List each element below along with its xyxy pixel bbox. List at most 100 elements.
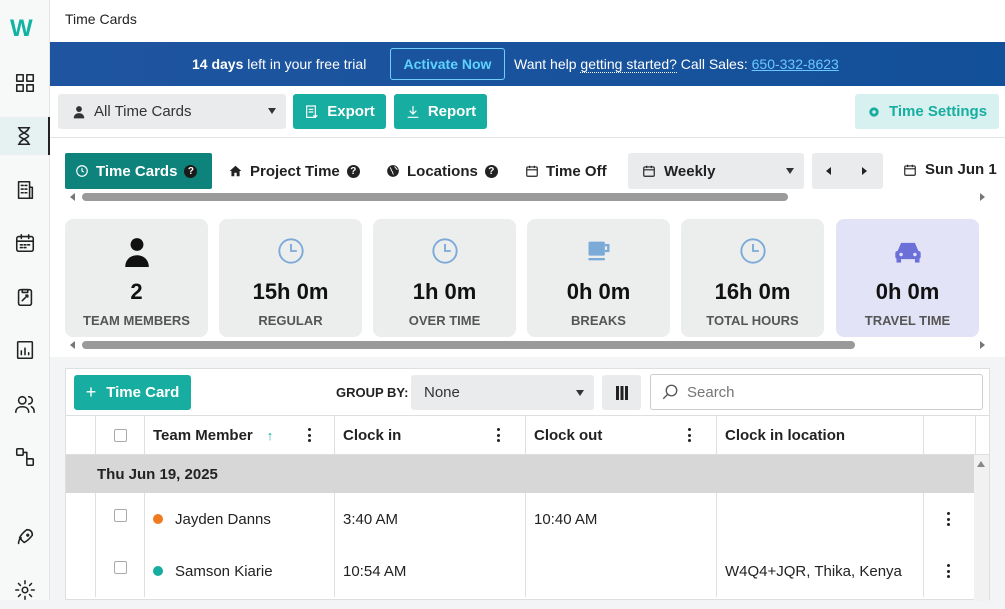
clock-icon [219,237,362,265]
chevron-down-icon [786,168,794,174]
scroll-right-icon[interactable] [980,193,985,201]
table-row[interactable]: Samson Kiarie 10:54 AM W4Q4+JQR, Thika, … [66,545,974,597]
date-range[interactable]: Sun Jun 1 [903,161,997,178]
trial-banner: 14 days left in your free trial Activate… [50,42,1005,86]
tab-locations[interactable]: Locations? [376,153,508,189]
team-member-cell: Jayden Danns [145,493,335,545]
time-card-grid: + Time Card GROUP BY: None Team Member ↑ [65,368,990,601]
search-input[interactable] [687,383,967,401]
help-text: Want help getting started? Call Sales: 6… [514,56,839,73]
report-button[interactable]: Report [394,94,487,129]
column-menu-icon[interactable] [308,428,312,442]
calendar-icon [526,165,538,177]
filter-value: All Time Cards [94,103,192,120]
activate-now-button[interactable]: Activate Now [390,48,505,80]
column-team-member[interactable]: Team Member ↑ [145,416,335,454]
dashboard-icon[interactable] [0,64,50,102]
grid-header: Team Member ↑ Clock in Clock out Clock i… [66,415,989,455]
column-clock-in[interactable]: Clock in [335,416,526,454]
columns-button[interactable] [602,375,641,410]
tab-project-time[interactable]: Project Time? [218,153,370,189]
clock-out-cell [526,545,717,597]
prev-period-icon[interactable] [826,167,831,175]
row-checkbox[interactable] [113,561,127,574]
scroll-up-icon[interactable] [977,461,985,467]
chevron-down-icon [576,390,584,396]
export-button[interactable]: Export [293,94,386,129]
download-icon [407,105,419,118]
scroll-right-icon[interactable] [980,341,985,349]
row-menu-icon[interactable] [947,564,951,578]
help-icon[interactable]: ? [484,164,498,178]
help-icon[interactable]: ? [346,164,360,178]
tabs-scrollbar[interactable] [82,193,788,201]
tab-time-off[interactable]: Time Off [515,153,617,189]
export-icon [306,104,318,118]
app-logo[interactable]: W [10,15,33,43]
clock-icon [373,237,516,265]
plus-icon: + [85,382,97,402]
column-menu-icon[interactable] [688,428,692,442]
chevron-down-icon [268,108,276,114]
stat-breaks: 0h 0m BREAKS [527,219,670,337]
group-by-select[interactable]: None [411,375,594,410]
search-field[interactable] [650,374,983,410]
member-color-dot [153,514,163,524]
column-clock-out[interactable]: Clock out [526,416,717,454]
time-cards-filter-select[interactable]: All Time Cards [58,94,286,129]
gear-icon[interactable] [0,571,50,609]
calendar-icon[interactable] [0,224,50,262]
workflow-icon[interactable] [0,438,50,476]
table-row[interactable]: Jayden Danns 3:40 AM 10:40 AM [66,493,974,545]
report-icon[interactable] [0,331,50,369]
select-all-checkbox[interactable] [113,428,127,442]
home-icon [229,165,242,177]
column-clock-in-location[interactable]: Clock in location [717,416,924,454]
scroll-left-icon[interactable] [70,193,75,201]
actions-header [924,416,976,454]
help-icon[interactable]: ? [184,164,198,178]
period-select[interactable]: Weekly [628,153,804,189]
stat-total-hours: 16h 0m TOTAL HOURS [681,219,824,337]
stats-scrollbar[interactable] [82,341,855,349]
phone-link[interactable]: 650-332-8623 [752,56,839,72]
row-checkbox[interactable] [113,509,127,522]
main-area: Time Cards 14 days left in your free tri… [50,0,1005,601]
row-menu-icon[interactable] [947,512,951,526]
view-tabs: Time Cards? Project Time? Locations? Tim… [50,138,1005,202]
time-settings-button[interactable]: Time Settings [855,94,999,129]
calendar-icon [643,165,655,177]
person-icon [73,105,85,118]
tab-time-cards[interactable]: Time Cards? [65,153,212,189]
trial-text: 14 days left in your free trial [192,56,367,72]
column-menu-icon[interactable] [497,428,501,442]
scroll-left-icon[interactable] [70,341,75,349]
getting-started-link[interactable]: getting started? [580,56,677,73]
team-member-cell: Samson Kiarie [145,545,335,597]
stat-travel-time: 0h 0m TRAVEL TIME [836,219,979,337]
clock-in-location-cell [717,493,924,545]
clock-out-cell: 10:40 AM [526,493,717,545]
stat-over-time: 1h 0m OVER TIME [373,219,516,337]
clipboard-icon[interactable] [0,278,50,316]
rocket-icon[interactable] [0,518,50,556]
hourglass-icon[interactable] [0,117,50,155]
users-icon[interactable] [0,385,50,423]
sort-asc-icon[interactable]: ↑ [267,428,274,443]
next-period-icon[interactable] [862,167,867,175]
stats-panel: 2 TEAM MEMBERS 15h 0m REGULAR 1h 0m OVER… [50,202,1005,357]
grid-vertical-scrollbar[interactable] [974,455,989,601]
clock-in-cell: 10:54 AM [335,545,526,597]
building-icon[interactable] [0,171,50,209]
add-time-card-button[interactable]: + Time Card [74,375,191,410]
calendar-icon [904,164,916,176]
coffee-icon [527,237,670,265]
person-icon [65,237,208,267]
car-icon [836,237,979,265]
toolbar: All Time Cards Export Report Time Settin… [50,86,1005,138]
stat-team-members: 2 TEAM MEMBERS [65,219,208,337]
search-icon [662,384,678,400]
globe-icon [387,165,399,177]
clock-in-cell: 3:40 AM [335,493,526,545]
stat-regular: 15h 0m REGULAR [219,219,362,337]
